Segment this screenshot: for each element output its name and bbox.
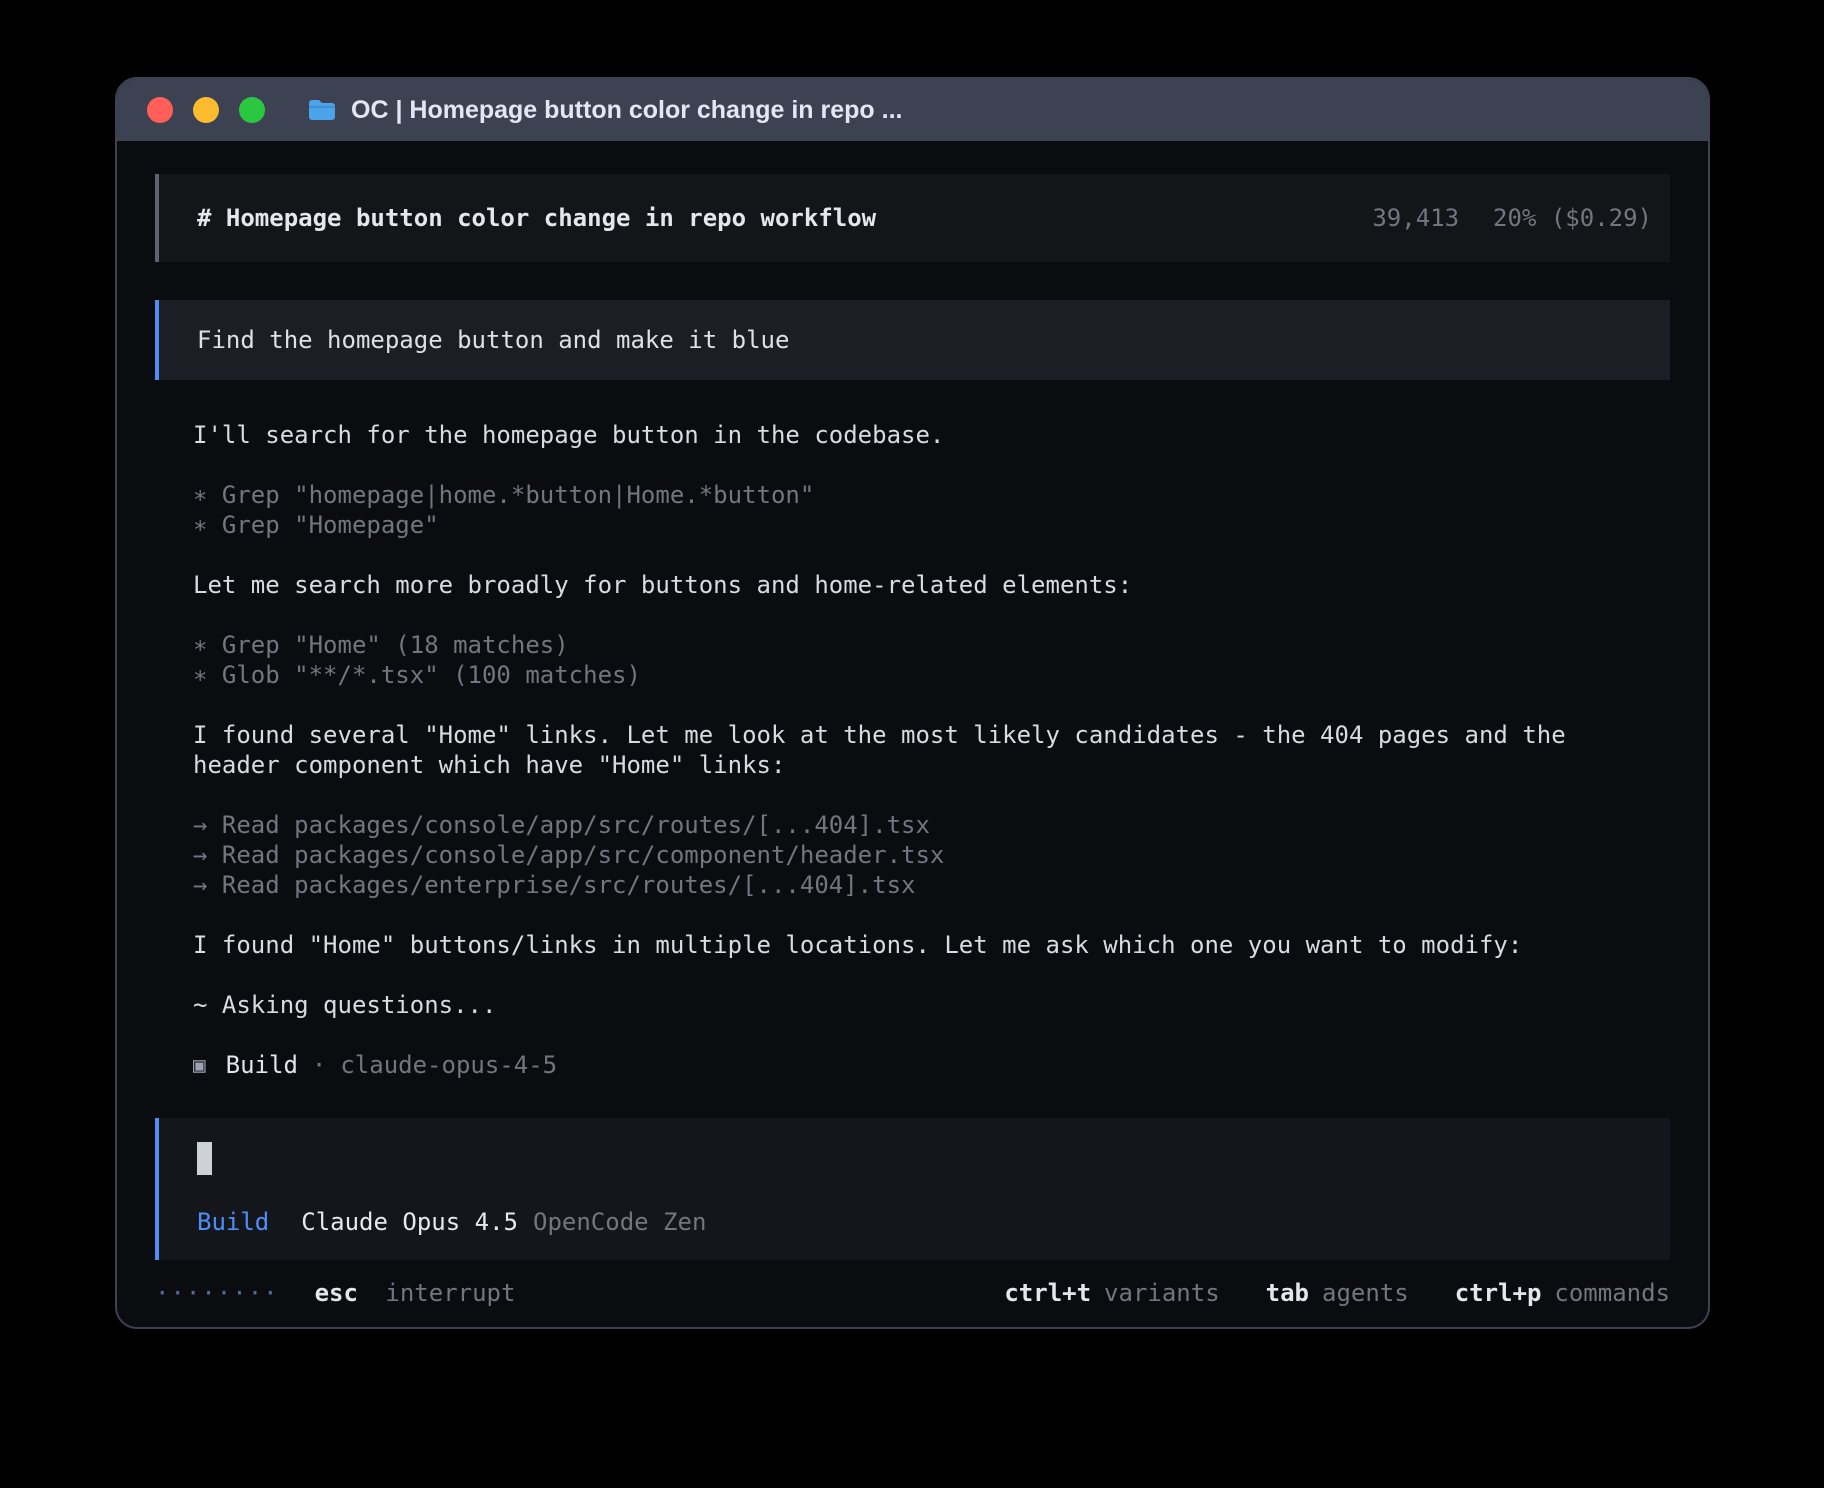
keyboard-shortcuts: ctrl+t variants tab agents ctrl+p commands — [1004, 1278, 1670, 1308]
shortcut-label: agents — [1322, 1279, 1409, 1307]
terminal-content: # Homepage button color change in repo w… — [117, 141, 1708, 1327]
message-line: ∗ Glob "**/*.tsx" (100 matches) — [193, 660, 1610, 690]
spinner-dots: ········ — [155, 1278, 279, 1308]
message-group: I'll search for the homepage button in t… — [193, 420, 1610, 450]
window-controls — [147, 97, 265, 123]
message-line: I found "Home" buttons/links in multiple… — [193, 930, 1610, 960]
conversation: I'll search for the homepage button in t… — [155, 420, 1670, 1050]
shortcut-variants: ctrl+t variants — [1004, 1278, 1219, 1308]
message-group: Let me search more broadly for buttons a… — [193, 570, 1610, 600]
zoom-button[interactable] — [239, 97, 265, 123]
esc-key: esc — [315, 1279, 358, 1307]
agent-model: claude-opus-4-5 — [340, 1050, 557, 1080]
message-group: → Read packages/console/app/src/routes/[… — [193, 810, 1610, 900]
message-line: → Read packages/console/app/src/componen… — [193, 840, 1610, 870]
shortcut-label: commands — [1554, 1279, 1670, 1307]
prompt-input[interactable]: Build Claude Opus 4.5 OpenCode Zen — [155, 1118, 1670, 1260]
message-line: Let me search more broadly for buttons a… — [193, 570, 1610, 600]
message-group: ∗ Grep "Home" (18 matches)∗ Glob "**/*.t… — [193, 630, 1610, 690]
agent-icon: ▣ — [193, 1050, 206, 1080]
shortcut-interrupt: esc interrupt — [315, 1278, 516, 1308]
agent-status: ▣ Build · claude-opus-4-5 — [155, 1050, 1670, 1080]
shortcut-label: variants — [1104, 1279, 1220, 1307]
status-bar: ········ esc interrupt ctrl+t variants tab… — [155, 1278, 1670, 1308]
message-group: I found "Home" buttons/links in multiple… — [193, 930, 1610, 960]
agent-name: Build — [226, 1050, 298, 1080]
shortcut-key: ctrl+t — [1004, 1279, 1091, 1307]
agent-separator: · — [312, 1050, 326, 1080]
message-group: ~ Asking questions... — [193, 990, 1610, 1020]
input-mode: Build — [197, 1208, 269, 1236]
titlebar: OC | Homepage button color change in rep… — [117, 79, 1708, 141]
message-group: ∗ Grep "homepage|home.*button|Home.*butt… — [193, 480, 1610, 540]
shortcut-key: ctrl+p — [1455, 1279, 1542, 1307]
user-message: Find the homepage button and make it blu… — [155, 300, 1670, 380]
input-status-bar: Build Claude Opus 4.5 OpenCode Zen — [197, 1208, 1632, 1236]
message-group: I found several "Home" links. Let me loo… — [193, 720, 1610, 780]
token-count: 39,413 — [1372, 204, 1459, 232]
input-provider: OpenCode Zen — [533, 1208, 706, 1236]
minimize-button[interactable] — [193, 97, 219, 123]
user-message-text: Find the homepage button and make it blu… — [197, 326, 789, 354]
input-model: Claude Opus 4.5 — [301, 1208, 518, 1236]
message-line: ~ Asking questions... — [193, 990, 1610, 1020]
window-title: OC | Homepage button color change in rep… — [351, 96, 902, 125]
session-stats: 39,413 20% ($0.29) — [1372, 204, 1652, 232]
message-line: → Read packages/enterprise/src/routes/[.… — [193, 870, 1610, 900]
text-cursor — [197, 1142, 212, 1175]
esc-label: interrupt — [385, 1279, 515, 1307]
close-button[interactable] — [147, 97, 173, 123]
message-line: I'll search for the homepage button in t… — [193, 420, 1610, 450]
app-window: OC | Homepage button color change in rep… — [115, 77, 1710, 1329]
message-line: → Read packages/console/app/src/routes/[… — [193, 810, 1610, 840]
message-line: ∗ Grep "Homepage" — [193, 510, 1610, 540]
shortcut-key: tab — [1266, 1279, 1309, 1307]
shortcut-commands: ctrl+p commands — [1455, 1278, 1670, 1308]
session-title: # Homepage button color change in repo w… — [197, 204, 876, 232]
message-line: ∗ Grep "Home" (18 matches) — [193, 630, 1610, 660]
context-cost: 20% ($0.29) — [1493, 204, 1652, 232]
message-line: ∗ Grep "homepage|home.*button|Home.*butt… — [193, 480, 1610, 510]
session-header: # Homepage button color change in repo w… — [155, 174, 1670, 262]
folder-icon — [307, 98, 337, 122]
message-line: I found several "Home" links. Let me loo… — [193, 720, 1610, 780]
shortcut-agents: tab agents — [1266, 1278, 1409, 1308]
